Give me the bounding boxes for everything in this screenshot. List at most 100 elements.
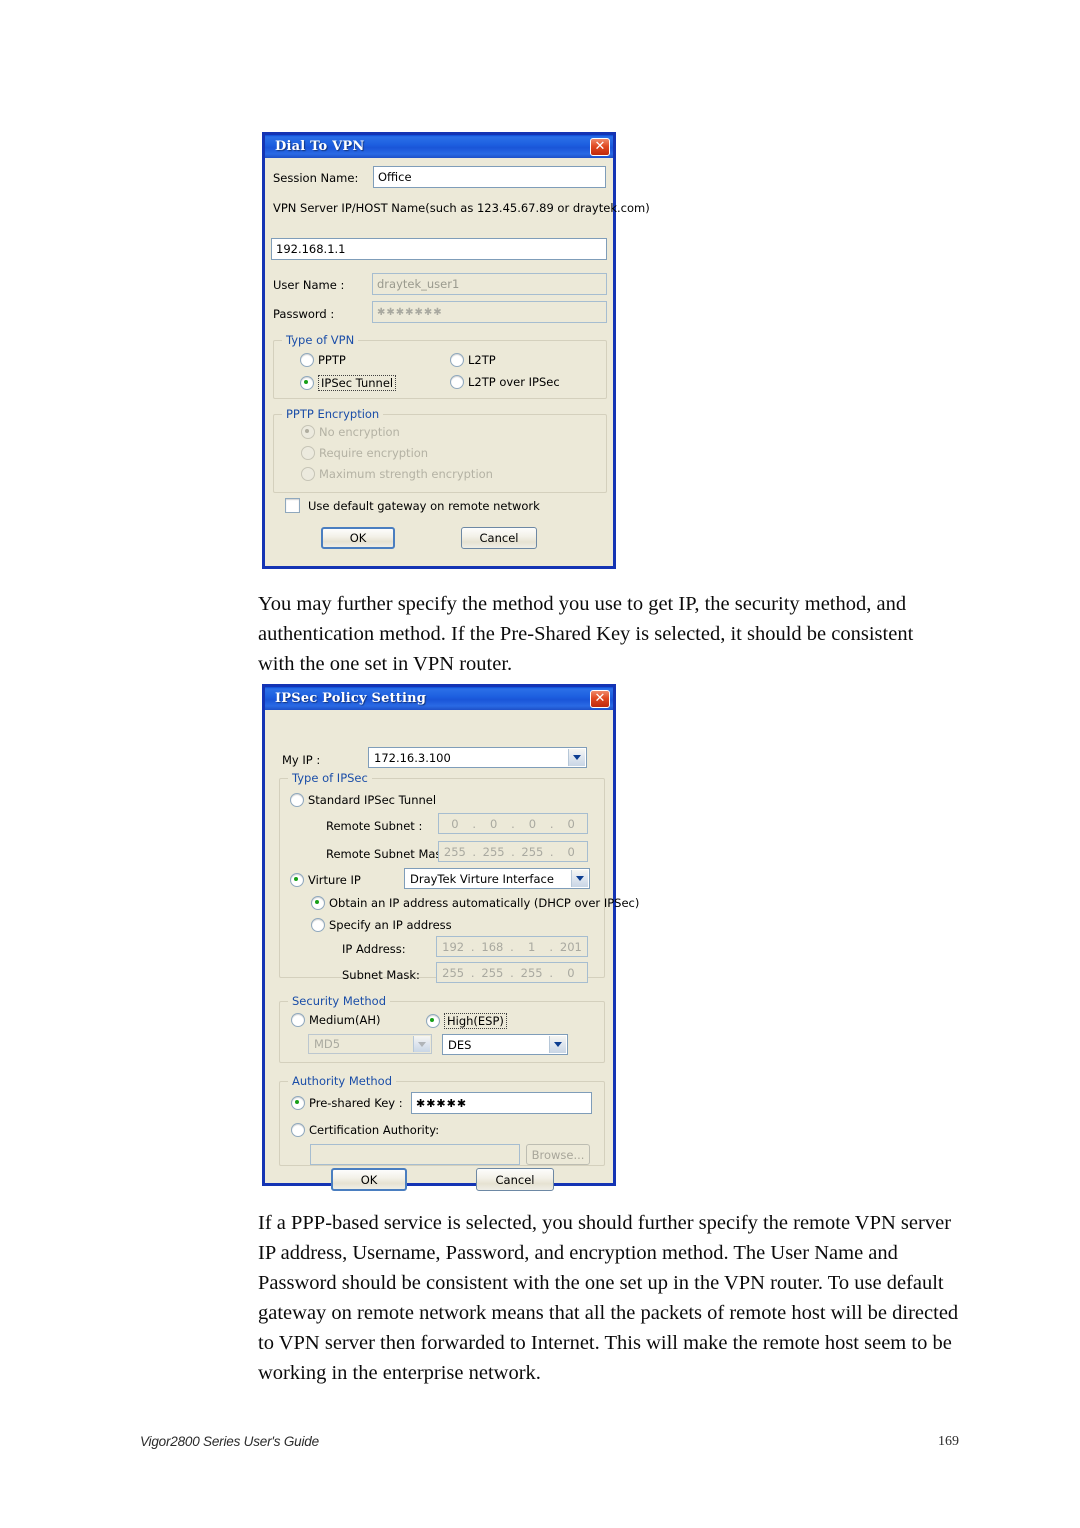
medium-algorithm-combo[interactable]: MD5 — [308, 1034, 432, 1054]
ok-button[interactable]: OK — [331, 1168, 407, 1191]
ip-octet: 0 — [567, 844, 575, 859]
type-of-vpn-group: Type of VPN PPTP L2TP IPSec Tunnel L2TP … — [273, 333, 607, 399]
pre-shared-key-input[interactable]: ✱✱✱✱✱ — [411, 1092, 592, 1114]
dial-to-vpn-body: Session Name: Office VPN Server IP/HOST … — [265, 158, 650, 566]
radio-label: No encryption — [319, 425, 400, 439]
chevron-down-icon[interactable] — [571, 870, 588, 887]
ip-octet: 201 — [559, 939, 582, 954]
cancel-button[interactable]: Cancel — [461, 527, 537, 549]
dial-to-vpn-title: Dial To VPN — [275, 139, 365, 154]
ok-button[interactable]: OK — [321, 527, 395, 549]
chevron-down-icon[interactable] — [549, 1036, 566, 1053]
ip-dot: . — [549, 816, 554, 831]
password-label: Password : — [273, 307, 335, 321]
paragraph-1: You may further specify the method you u… — [258, 593, 914, 675]
ipsec-policy-body: My IP : 172.16.3.100 Type of IPSec Stand… — [265, 710, 639, 1191]
remote-subnet-label: Remote Subnet : — [326, 819, 423, 833]
ip-octet: 0 — [528, 816, 537, 831]
high-algorithm-value: DES — [448, 1037, 472, 1052]
virture-interface-value: DrayTek Virture Interface — [410, 871, 554, 886]
radio-certification-authority[interactable]: Certification Authority: — [291, 1123, 439, 1137]
radio-label: Certification Authority: — [309, 1123, 440, 1137]
security-method-group-title: Security Method — [288, 994, 391, 1008]
ip-octet: 192 — [442, 939, 465, 954]
ip-dot: . — [510, 965, 514, 980]
radio-dot-icon — [450, 375, 464, 389]
browse-button[interactable]: Browse... — [526, 1144, 590, 1165]
ip-octet: 0 — [567, 816, 575, 831]
radio-high-esp[interactable]: High(ESP) — [426, 1013, 507, 1029]
radio-maximum-strength-encryption[interactable]: Maximum strength encryption — [301, 467, 493, 481]
ip-octet: 168 — [481, 939, 504, 954]
remote-subnet-input[interactable]: 0 . 0 . 0 . 0 — [438, 813, 588, 834]
radio-standard-ipsec-tunnel[interactable]: Standard IPSec Tunnel — [290, 793, 436, 807]
chevron-down-icon[interactable] — [413, 1036, 430, 1052]
my-ip-combo[interactable]: 172.16.3.100 — [368, 747, 587, 768]
ip-dot: . — [470, 939, 475, 954]
ip-dot: . — [511, 816, 515, 831]
checkbox-box-icon — [285, 498, 300, 513]
radio-l2tp[interactable]: L2TP — [450, 353, 496, 367]
radio-pre-shared-key[interactable]: Pre-shared Key : — [291, 1096, 403, 1110]
radio-label: Virture IP — [308, 873, 361, 887]
radio-require-encryption[interactable]: Require encryption — [301, 446, 428, 460]
radio-pptp[interactable]: PPTP — [300, 353, 346, 367]
radio-dot-icon — [426, 1014, 440, 1028]
ip-dot: . — [510, 939, 514, 954]
ip-address-input[interactable]: 192 . 168 . 1 . 201 — [436, 936, 588, 957]
radio-obtain-ip-automatically[interactable]: Obtain an IP address automatically (DHCP… — [311, 896, 639, 910]
remote-subnet-mask-input[interactable]: 255 . 255 . 255 . 0 — [438, 841, 588, 862]
ip-octet: 255 — [521, 844, 544, 859]
pptp-encryption-group-title: PPTP Encryption — [282, 407, 384, 421]
subnet-mask-label: Subnet Mask: — [342, 968, 420, 982]
document-page: Dial To VPN ✕ Session Name: Office VPN S… — [0, 0, 1080, 1528]
radio-label: L2TP over IPSec — [468, 375, 560, 389]
my-ip-label: My IP : — [282, 753, 321, 767]
chevron-down-icon[interactable] — [568, 749, 585, 766]
radio-dot-icon — [300, 376, 314, 390]
type-of-ipsec-group-title: Type of IPSec — [288, 771, 372, 785]
radio-label: PPTP — [318, 353, 346, 367]
radio-dot-icon — [291, 1096, 305, 1110]
radio-no-encryption[interactable]: No encryption — [301, 425, 400, 439]
radio-specify-ip-address[interactable]: Specify an IP address — [311, 918, 452, 932]
radio-virture-ip[interactable]: Virture IP — [290, 873, 361, 887]
radio-label: Medium(AH) — [309, 1013, 381, 1027]
radio-dot-icon — [301, 425, 315, 439]
subnet-mask-input[interactable]: 255 . 255 . 255 . 0 — [436, 962, 588, 983]
ip-dot: . — [472, 816, 477, 831]
ip-octet: 255 — [442, 965, 465, 980]
user-name-label: User Name : — [273, 278, 345, 292]
ipsec-policy-title: IPSec Policy Setting — [275, 691, 427, 706]
radio-medium-ah[interactable]: Medium(AH) — [291, 1013, 380, 1027]
radio-l2tp-over-ipsec[interactable]: L2TP over IPSec — [450, 375, 560, 389]
use-default-gateway-checkbox[interactable]: Use default gateway on remote network — [285, 498, 540, 513]
ip-dot: . — [470, 965, 475, 980]
radio-dot-icon — [311, 896, 325, 910]
ip-octet: 1 — [527, 939, 536, 954]
ip-octet: 0 — [567, 965, 575, 980]
radio-dot-icon — [290, 793, 304, 807]
footer-title: Vigor2800 Series User's Guide — [140, 1434, 319, 1449]
checkbox-label: Use default gateway on remote network — [308, 498, 540, 513]
authority-method-group: Authority Method Pre-shared Key : ✱✱✱✱✱ … — [279, 1074, 605, 1166]
ip-octet: 255 — [520, 965, 543, 980]
radio-dot-icon — [450, 353, 464, 367]
close-icon[interactable]: ✕ — [590, 689, 610, 708]
radio-label: IPSec Tunnel — [318, 375, 397, 391]
user-name-input[interactable]: draytek_user1 — [372, 273, 607, 295]
high-algorithm-combo[interactable]: DES — [442, 1034, 568, 1055]
vpn-server-input[interactable]: 192.168.1.1 — [271, 238, 607, 260]
radio-label: L2TP — [468, 353, 496, 367]
close-icon[interactable]: ✕ — [590, 137, 610, 156]
password-input[interactable]: ✱✱✱✱✱✱✱ — [372, 301, 607, 323]
radio-dot-icon — [301, 467, 315, 481]
type-of-vpn-group-title: Type of VPN — [282, 333, 359, 347]
certification-authority-input[interactable] — [310, 1144, 520, 1165]
virture-interface-combo[interactable]: DrayTek Virture Interface — [404, 868, 590, 889]
radio-ipsec-tunnel[interactable]: IPSec Tunnel — [300, 375, 397, 391]
radio-dot-icon — [300, 353, 314, 367]
pptp-encryption-group: PPTP Encryption No encryption Require en… — [273, 407, 607, 493]
cancel-button[interactable]: Cancel — [476, 1168, 554, 1191]
session-name-input[interactable]: Office — [373, 166, 606, 188]
